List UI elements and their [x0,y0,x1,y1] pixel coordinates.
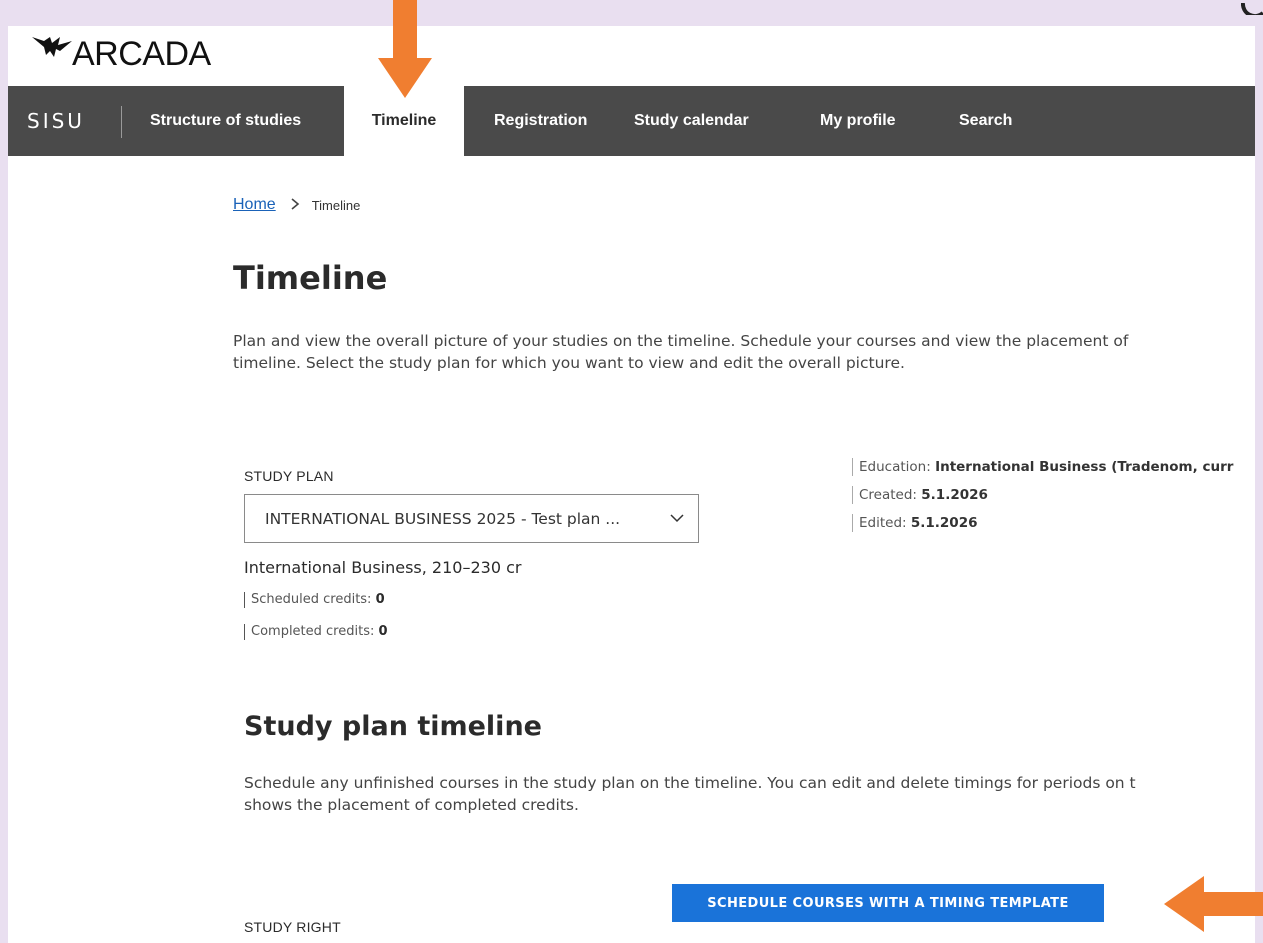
nav-item-structure-of-studies[interactable]: Structure of studies [150,86,301,156]
completed-credits-value: 0 [378,624,388,639]
main-nav: SISU Structure of studies Timeline Regis… [8,86,1255,156]
created-value: 5.1.2026 [921,487,988,503]
study-plan-label: STUDY PLAN [244,468,334,484]
timeline-section-title: Study plan timeline [244,711,542,742]
edited-value: 5.1.2026 [910,515,978,531]
nav-item-registration[interactable]: Registration [494,86,587,156]
study-right-label: STUDY RIGHT [244,919,341,935]
page-intro: Plan and view the overall picture of you… [233,332,1129,372]
chevron-down-icon [670,514,684,523]
page-frame: ARCADA SISU Structure of studies Timelin… [8,26,1255,943]
program-name: International Business, 210–230 cr [244,558,522,577]
study-plan-selected-value: INTERNATIONAL BUSINESS 2025 - Test plan … [265,509,621,528]
arcada-bird-icon [32,37,72,57]
timeline-section-intro: Schedule any unfinished courses in the s… [244,774,1136,814]
completed-credits-label: Completed credits: [251,624,375,639]
scheduled-credits-value: 0 [375,592,385,607]
breadcrumb-current: Timeline [311,197,361,213]
nav-divider [121,106,122,138]
arcada-logo[interactable]: ARCADA [30,32,211,76]
created-info: Created: 5.1.2026 [852,486,988,504]
education-value: International Business (Tradenom, curr [935,459,1234,475]
arrow-down-icon [378,0,432,98]
completed-credits: Completed credits: 0 [244,624,388,640]
page-title: Timeline [233,259,388,297]
nav-item-my-profile[interactable]: My profile [820,86,896,156]
education-info: Education: International Business (Trade… [852,458,1233,476]
edited-label: Edited: [859,515,907,531]
study-plan-select[interactable]: INTERNATIONAL BUSINESS 2025 - Test plan … [244,494,699,543]
nav-item-study-calendar[interactable]: Study calendar [634,86,749,156]
arrow-left-icon [1164,876,1263,932]
scheduled-credits-label: Scheduled credits: [251,592,372,607]
schedule-timing-template-button[interactable]: SCHEDULE COURSES WITH A TIMING TEMPLATE [672,884,1104,922]
education-label: Education: [859,459,931,475]
breadcrumb: Home Timeline [233,196,360,214]
created-label: Created: [859,487,917,503]
logo-text: ARCADA [72,34,211,73]
sisu-brand[interactable]: SISU [27,86,85,156]
edited-info: Edited: 5.1.2026 [852,514,978,532]
breadcrumb-home-link[interactable]: Home [233,196,276,214]
nav-item-search[interactable]: Search [959,86,1012,156]
scheduled-credits: Scheduled credits: 0 [244,592,385,608]
chevron-right-icon [290,197,300,213]
corner-decoration [1240,0,1263,19]
